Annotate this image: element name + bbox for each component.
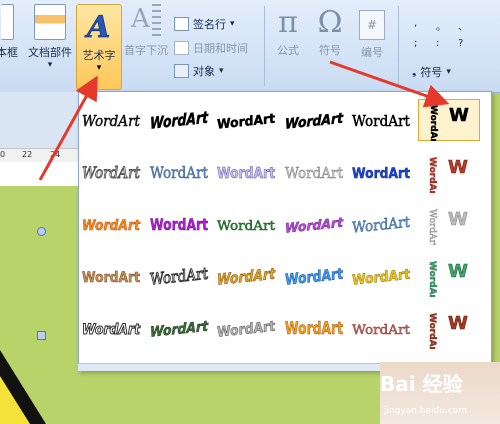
annotation-arrows	[38, 60, 450, 181]
arrow-to-wordart	[38, 75, 98, 181]
arrow-to-style	[329, 60, 450, 108]
watermark: Bai 经验 jingyan.baidu.com	[380, 362, 500, 424]
watermark-url: jingyan.baidu.com	[384, 406, 468, 416]
baidu-logo: Bai 经验	[380, 372, 463, 396]
